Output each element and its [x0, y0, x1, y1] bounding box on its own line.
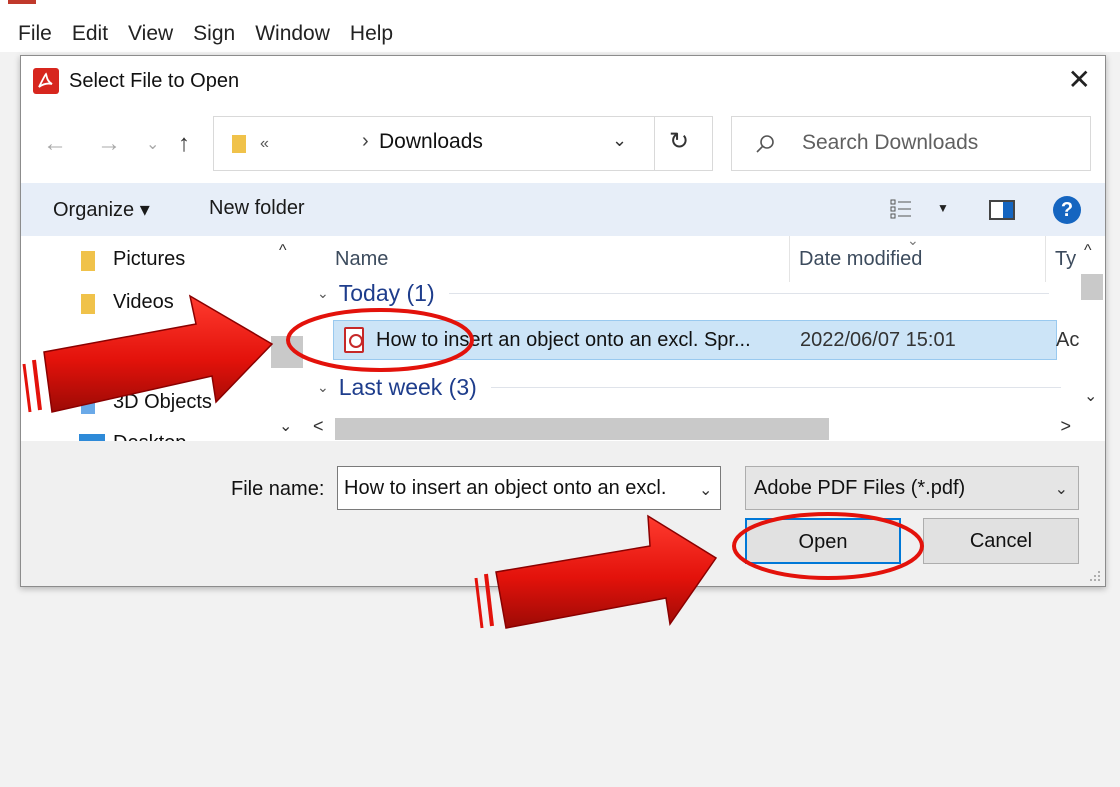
- navpane-scrollbar[interactable]: ^ ⌄: [271, 236, 303, 441]
- resize-grip-icon[interactable]: [1089, 570, 1101, 582]
- search-icon: [756, 135, 774, 153]
- app-menubar: File Edit View Sign Window Help: [0, 0, 1120, 52]
- file-row-selected[interactable]: How to insert an object onto an excl. Sp…: [333, 320, 1079, 360]
- group-label: Today (1): [338, 280, 435, 306]
- folder-icon: [81, 294, 95, 314]
- scroll-up-icon[interactable]: ^: [1084, 242, 1092, 260]
- column-divider[interactable]: [789, 236, 790, 282]
- up-arrow-icon[interactable]: ↑: [178, 130, 190, 158]
- scroll-left-icon[interactable]: <: [313, 416, 324, 437]
- file-type-select[interactable]: Adobe PDF Files (*.pdf) ⌄: [745, 466, 1079, 510]
- scroll-down-icon[interactable]: ⌄: [1084, 386, 1097, 406]
- address-dropdown-icon[interactable]: ⌄: [612, 130, 627, 151]
- refresh-icon[interactable]: ↻: [669, 127, 689, 156]
- back-arrow-icon[interactable]: ←: [43, 130, 67, 158]
- scroll-thumb[interactable]: [335, 418, 829, 440]
- menu-sign[interactable]: Sign: [193, 22, 235, 46]
- pdf-file-icon: [344, 327, 364, 353]
- nav-item-videos[interactable]: Videos: [81, 291, 174, 314]
- menubar: File Edit View Sign Window Help: [18, 22, 393, 46]
- nav-item-3d-objects[interactable]: 3D Objects: [81, 391, 212, 414]
- preview-pane-icon[interactable]: [989, 200, 1015, 220]
- dialog-title: Select File to Open: [69, 70, 240, 92]
- file-name-input[interactable]: [337, 466, 721, 510]
- file-type-dropdown-icon[interactable]: ⌄: [1055, 479, 1068, 499]
- file-type: Ac: [1056, 329, 1080, 351]
- dialog-titlebar: Select File to Open ✕: [21, 56, 1105, 108]
- folder-icon: [232, 135, 246, 153]
- 3d-objects-icon: [81, 394, 95, 414]
- nav-item-desktop[interactable]: Desktop: [81, 432, 186, 441]
- menu-file[interactable]: File: [18, 22, 52, 46]
- navigation-row: ← → ⌄ ↑ « › Downloads ⌄ ↻ Search Downloa…: [21, 108, 1105, 183]
- help-icon[interactable]: ?: [1053, 196, 1081, 224]
- cancel-button[interactable]: Cancel: [923, 518, 1079, 564]
- file-name-label: File name:: [231, 478, 325, 500]
- menu-help[interactable]: Help: [350, 22, 393, 46]
- menu-edit[interactable]: Edit: [72, 22, 108, 46]
- group-header-today[interactable]: ⌄ Today (1): [317, 280, 1049, 307]
- nav-item-label: Videos: [113, 291, 174, 313]
- file-name-dropdown-icon[interactable]: ⌄: [699, 480, 712, 500]
- scroll-right-icon[interactable]: >: [1060, 416, 1071, 437]
- file-name: How to insert an object onto an excl. Sp…: [376, 329, 751, 351]
- open-file-dialog: Select File to Open ✕ ← → ⌄ ↑ « › Downlo…: [20, 55, 1106, 587]
- organize-button[interactable]: Organize ▾: [53, 197, 150, 222]
- address-bar[interactable]: « › Downloads ⌄ ↻: [213, 116, 713, 171]
- column-header-type[interactable]: Ty: [1055, 248, 1076, 271]
- open-button[interactable]: Open: [745, 518, 901, 564]
- acrobat-icon: [33, 68, 59, 94]
- breadcrumb-downloads[interactable]: Downloads: [379, 130, 483, 154]
- column-header-name[interactable]: Name: [335, 248, 388, 271]
- collapse-chevron-icon[interactable]: ⌄: [317, 379, 329, 396]
- scroll-down-icon[interactable]: ⌄: [279, 416, 292, 436]
- nav-item-label: Pictures: [113, 248, 186, 270]
- file-list: Name ⌄ Date modified Ty ⌄ Today (1) How …: [303, 236, 1105, 441]
- folder-icon: [81, 251, 95, 271]
- navigation-pane: Pictures Videos 3D Objects Desktop ^ ⌄: [21, 236, 303, 441]
- group-header-last-week[interactable]: ⌄ Last week (3): [317, 374, 1061, 401]
- file-date-modified: 2022/06/07 15:01: [800, 329, 956, 351]
- scroll-thumb[interactable]: [1081, 274, 1103, 300]
- breadcrumb-separator-icon[interactable]: ›: [362, 130, 369, 153]
- forward-arrow-icon[interactable]: →: [97, 130, 121, 158]
- app-logo-fragment: [8, 0, 36, 4]
- menu-window[interactable]: Window: [255, 22, 330, 46]
- view-options-icon[interactable]: [889, 196, 915, 222]
- nav-item-label: Desktop: [113, 432, 186, 441]
- column-divider[interactable]: [1045, 236, 1046, 282]
- address-overflow-icon[interactable]: «: [260, 135, 269, 153]
- search-placeholder: Search Downloads: [802, 131, 979, 154]
- column-header-date-modified[interactable]: Date modified: [799, 248, 922, 271]
- scroll-thumb[interactable]: [271, 336, 303, 368]
- group-divider: [490, 387, 1061, 388]
- scroll-up-icon[interactable]: ^: [279, 242, 287, 260]
- view-dropdown-icon[interactable]: ▼: [937, 201, 949, 215]
- filelist-vertical-scrollbar[interactable]: ^ ⌄: [1079, 236, 1105, 416]
- new-folder-button[interactable]: New folder: [209, 197, 305, 220]
- nav-item-pictures[interactable]: Pictures: [81, 248, 185, 271]
- collapse-chevron-icon[interactable]: ⌄: [317, 285, 329, 302]
- filelist-horizontal-scrollbar[interactable]: < >: [303, 416, 1079, 441]
- close-icon[interactable]: ✕: [1068, 66, 1091, 94]
- address-divider: [654, 117, 655, 170]
- group-divider: [448, 293, 1049, 294]
- recent-locations-chevron-icon[interactable]: ⌄: [146, 134, 159, 154]
- group-label: Last week (3): [338, 374, 477, 400]
- file-type-value: Adobe PDF Files (*.pdf): [754, 477, 966, 499]
- search-input[interactable]: Search Downloads: [731, 116, 1091, 171]
- command-toolbar: Organize ▾ New folder ▼ ?: [21, 183, 1105, 236]
- menu-view[interactable]: View: [128, 22, 173, 46]
- nav-item-label: 3D Objects: [113, 391, 212, 413]
